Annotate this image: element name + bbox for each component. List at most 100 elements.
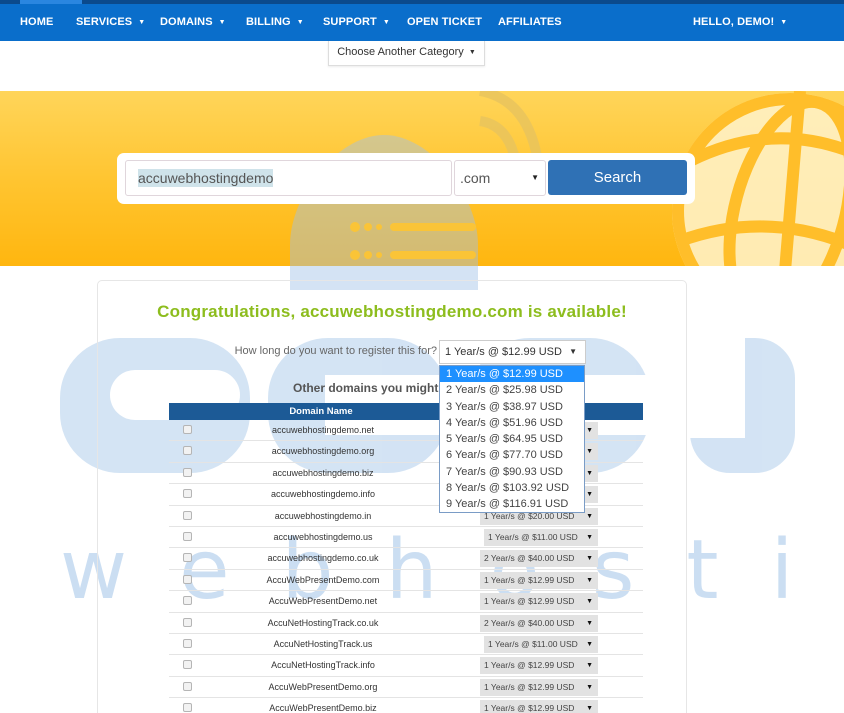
search-button[interactable]: Search xyxy=(548,160,687,195)
price-value: 1 Year/s @ $12.99 USD xyxy=(484,660,575,671)
domain-checkbox[interactable] xyxy=(183,660,192,670)
price-value: 1 Year/s @ $11.00 USD xyxy=(488,639,578,649)
table-row: AccuNetHostingTrack.info 1 Year/s @ $12.9… xyxy=(169,655,643,677)
table-row: AccuNetHostingTrack.us 1 Year/s @ $11.00 … xyxy=(169,634,643,656)
caret-down-icon: ▼ xyxy=(382,19,390,26)
caret-down-icon: ▼ xyxy=(296,19,304,26)
dropdown-arrow-icon: ▼ xyxy=(586,683,593,691)
domain-price-select[interactable]: 1 Year/s @ $12.99 USD ▼ xyxy=(480,571,598,589)
dropdown-arrow-icon: ▼ xyxy=(586,427,593,434)
domain-name: AccuNetHostingTrack.co.uk xyxy=(267,617,379,628)
domain-checkbox[interactable] xyxy=(183,596,192,606)
dropdown-arrow-icon: ▼ xyxy=(586,469,593,477)
domain-checkbox[interactable] xyxy=(183,681,192,691)
domain-name: accuwebhostingdemo.biz xyxy=(272,467,374,478)
nav-services[interactable]: SERVICES ▼ xyxy=(76,4,145,41)
dropdown-option[interactable]: 5 Year/s @ $64.95 USD xyxy=(440,431,584,447)
availability-headline: Congratulations, accuwebhostingdemo.com … xyxy=(157,302,627,321)
domain-checkbox[interactable] xyxy=(183,703,192,713)
dropdown-option[interactable]: 1 Year/s @ $12.99 USD xyxy=(440,366,584,383)
dropdown-arrow-icon: ▼ xyxy=(586,534,593,541)
dropdown-option[interactable]: 3 Year/s @ $38.97 USD xyxy=(440,399,584,415)
domain-price-select[interactable]: 2 Year/s @ $40.00 USD ▼ xyxy=(480,550,598,568)
nav-user-menu[interactable]: HELLO, DEMO! ▼ xyxy=(693,4,787,41)
dropdown-arrow-icon: ▼ xyxy=(569,347,577,356)
dropdown-arrow-icon: ▼ xyxy=(586,619,593,627)
domain-checkbox[interactable] xyxy=(183,639,192,648)
nav-label: HOME xyxy=(20,16,54,28)
domain-search-input[interactable]: accuwebhostingdemo xyxy=(125,160,452,196)
tld-select[interactable]: .com ▼ xyxy=(454,160,546,196)
domain-price-select[interactable]: 2 Year/s @ $40.00 USD ▼ xyxy=(480,614,598,632)
domain-name: AccuWebPresentDemo.org xyxy=(268,681,378,692)
register-period-select[interactable]: 1 Year/s @ $12.99 USD ▼ xyxy=(439,340,586,364)
domain-price-select[interactable]: 1 Year/s @ $11.00 USD ▼ xyxy=(484,636,598,653)
nav-label: SUPPORT xyxy=(323,16,377,28)
domain-checkbox[interactable] xyxy=(183,446,192,456)
dropdown-arrow-icon: ▼ xyxy=(586,491,593,499)
nav-support[interactable]: SUPPORT ▼ xyxy=(323,4,390,41)
nav-label: OPEN TICKET xyxy=(407,16,483,28)
price-value: 1 Year/s @ $12.99 USD xyxy=(484,681,575,692)
dropdown-arrow-icon: ▼ xyxy=(531,173,539,182)
nav-label: SERVICES xyxy=(76,16,133,28)
nav-label: AFFILIATES xyxy=(498,16,562,28)
table-row: accuwebhostingdemo.us 1 Year/s @ $11.00 U… xyxy=(169,527,643,549)
domain-checkbox[interactable] xyxy=(183,553,192,563)
domain-name: accuwebhostingdemo.us xyxy=(273,532,373,542)
table-row: AccuWebPresentDemo.net 1 Year/s @ $12.99 … xyxy=(169,591,643,613)
dropdown-option[interactable]: 4 Year/s @ $51.96 USD xyxy=(440,415,584,431)
domain-checkbox[interactable] xyxy=(183,467,192,477)
domain-checkbox[interactable] xyxy=(183,510,192,520)
caret-down-icon: ▼ xyxy=(218,19,226,26)
price-value: 1 Year/s @ $11.00 USD xyxy=(488,532,578,542)
caret-down-icon: ▼ xyxy=(138,19,146,26)
domain-checkbox[interactable] xyxy=(183,532,192,541)
dropdown-arrow-icon: ▼ xyxy=(586,598,593,606)
caret-down-icon: ▼ xyxy=(780,19,788,26)
dropdown-option[interactable]: 9 Year/s @ $116.91 USD xyxy=(440,496,584,512)
user-greeting: HELLO, DEMO! xyxy=(693,16,775,28)
nav-label: BILLING xyxy=(246,16,291,28)
tld-value: .com xyxy=(460,170,491,186)
dropdown-option[interactable]: 6 Year/s @ $77.70 USD xyxy=(440,447,584,463)
domain-name: AccuWebPresentDemo.biz xyxy=(269,703,377,713)
domain-price-select[interactable]: 1 Year/s @ $11.00 USD ▼ xyxy=(484,529,598,546)
dropdown-arrow-icon: ▼ xyxy=(586,705,593,713)
choose-category-button[interactable]: Choose Another Category ▼ xyxy=(328,41,485,66)
domain-name: AccuWebPresentDemo.com xyxy=(266,574,380,585)
dropdown-arrow-icon: ▼ xyxy=(586,512,593,520)
table-row: accuwebhostingdemo.co.uk 2 Year/s @ $40.0… xyxy=(169,548,643,570)
domain-name: accuwebhostingdemo.co.uk xyxy=(267,553,379,564)
domain-name: AccuNetHostingTrack.us xyxy=(273,639,373,649)
domain-checkbox[interactable] xyxy=(183,574,192,584)
domain-name: AccuNetHostingTrack.info xyxy=(271,660,375,671)
dropdown-option[interactable]: 8 Year/s @ $103.92 USD xyxy=(440,480,584,496)
price-value: 1 Year/s @ $12.99 USD xyxy=(484,574,575,585)
category-button-label: Choose Another Category xyxy=(337,46,464,58)
dropdown-option[interactable]: 2 Year/s @ $25.98 USD xyxy=(440,382,584,398)
domain-checkbox[interactable] xyxy=(183,489,192,499)
nav-billing[interactable]: BILLING ▼ xyxy=(246,4,304,41)
price-value: 2 Year/s @ $40.00 USD xyxy=(484,617,575,628)
dropdown-option[interactable]: 7 Year/s @ $90.93 USD xyxy=(440,464,584,480)
dropdown-arrow-icon: ▼ xyxy=(586,555,593,563)
domain-price-select[interactable]: 1 Year/s @ $12.99 USD ▼ xyxy=(480,657,598,675)
price-value: 1 Year/s @ $12.99 USD xyxy=(484,703,575,713)
nav-domains[interactable]: DOMAINS ▼ xyxy=(160,4,226,41)
register-selected-value: 1 Year/s @ $12.99 USD xyxy=(445,346,562,358)
nav-open-ticket[interactable]: OPEN TICKET xyxy=(407,4,482,41)
dropdown-arrow-icon: ▼ xyxy=(586,448,593,456)
register-period-label: How long do you want to register this fo… xyxy=(234,345,437,357)
nav-affiliates[interactable]: AFFILIATES xyxy=(498,4,562,41)
domain-name: AccuWebPresentDemo.net xyxy=(268,596,378,607)
domain-price-select[interactable]: 1 Year/s @ $12.99 USD ▼ xyxy=(480,700,598,713)
domain-checkbox[interactable] xyxy=(183,425,192,434)
domain-price-select[interactable]: 1 Year/s @ $12.99 USD ▼ xyxy=(480,593,598,611)
domain-checkbox[interactable] xyxy=(183,617,192,627)
nav-home[interactable]: HOME xyxy=(20,4,53,41)
domain-price-select[interactable]: 1 Year/s @ $12.99 USD ▼ xyxy=(480,678,598,696)
table-row: AccuNetHostingTrack.co.uk 2 Year/s @ $40.… xyxy=(169,613,643,634)
register-period-dropdown[interactable]: 1 Year/s @ $12.99 USD 2 Year/s @ $25.98 U… xyxy=(439,365,585,513)
other-domains-heading: Other domains you might be xyxy=(293,381,456,395)
